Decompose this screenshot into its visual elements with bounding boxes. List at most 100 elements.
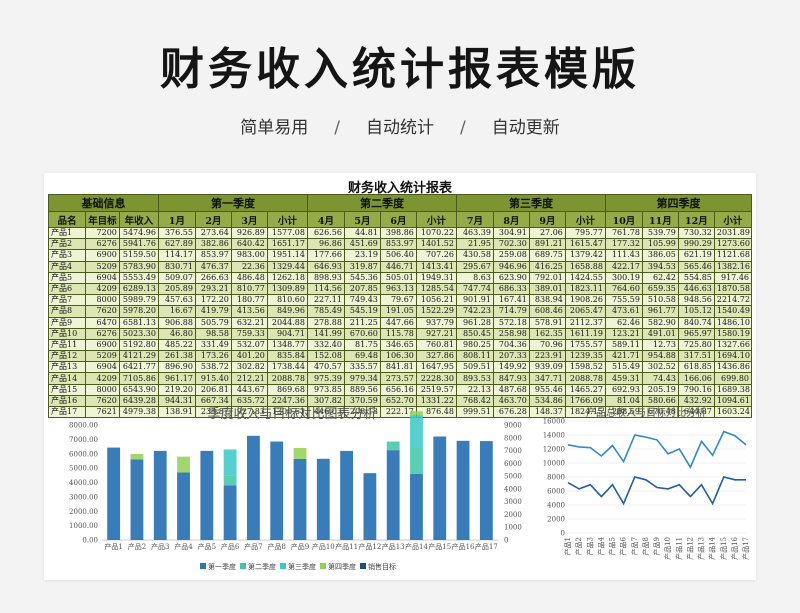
y2-tick-label: 9000 [504, 422, 522, 430]
table-cell: 1273.60 [713, 238, 753, 251]
table-cell: 963.13 [379, 282, 417, 296]
table-cell: 389.01 [528, 282, 566, 296]
table-cell: 21.95 [455, 238, 494, 251]
table-cell: 62.46 [604, 316, 643, 329]
table-cell: 1651.17 [266, 238, 308, 251]
table-cell: 965.97 [677, 327, 715, 340]
table-cell: 810.77 [230, 282, 268, 296]
table-cell: 973.85 [306, 383, 345, 396]
product-name-cell: 产品3 [48, 249, 86, 262]
table-cell: 162.35 [528, 327, 566, 340]
table-cell: 6289.13 [118, 282, 159, 296]
table-cell: 961.17 [157, 372, 196, 385]
table-cell: 1694.10 [713, 350, 753, 363]
table-cell: 572.18 [492, 316, 530, 329]
x-tick-label: 产品10 [663, 537, 672, 560]
table-cell: 1738.44 [266, 361, 308, 374]
y-tick-label: 2000 [547, 516, 565, 524]
column-header: 9月 [528, 211, 566, 228]
product-name-cell: 产品9 [48, 316, 86, 329]
bar-segment [223, 475, 237, 486]
table-cell: 5192.80 [118, 338, 159, 352]
table-cell: 5209 [84, 350, 120, 363]
y2-tick-label: 1000 [504, 524, 522, 532]
product-name-cell: 产品14 [48, 372, 86, 385]
table-cell: 476.37 [194, 260, 232, 273]
legend-swatch [240, 563, 246, 569]
table-cell: 12.73 [641, 338, 679, 352]
table-cell: 1598.52 [564, 361, 606, 374]
x-tick-label: 产品8 [267, 542, 285, 551]
y-tick-label: 0 [561, 530, 565, 538]
table-cell: 608.46 [528, 305, 566, 318]
table-cell: 491.01 [641, 327, 679, 340]
table-cell: 2088.78 [564, 372, 606, 385]
bar-chart-title: 季度收入与目标对比图表分析 [207, 406, 376, 422]
table-cell: 2112.37 [564, 316, 606, 329]
table-cell: 4209 [84, 282, 120, 296]
table-cell: 152.08 [306, 350, 345, 363]
y-tick-label: 5000.00 [69, 465, 98, 473]
table-cell: 1239.35 [564, 350, 606, 363]
table-cell: 180.77 [230, 294, 268, 307]
table-cell: 917.46 [713, 271, 753, 284]
table-cell: 1379.42 [564, 249, 606, 262]
table-cell: 106.30 [379, 350, 417, 363]
table-cell: 840.74 [677, 316, 715, 329]
table-cell: 1823.11 [564, 282, 606, 296]
table-cell: 1949.31 [415, 271, 457, 284]
x-tick-label: 产品14 [708, 536, 717, 559]
table-cell: 1309.89 [266, 282, 308, 296]
y-tick-label: 2000.00 [69, 508, 98, 516]
table-row: 产品10 6276 5023.30 46.80 98.58 759.33 904.71 141… [48, 327, 753, 340]
table-cell: 4121.29 [118, 350, 159, 363]
table-cell: 6276 [84, 238, 120, 251]
table-cell: 27.06 [528, 226, 566, 240]
bar-segment [293, 458, 307, 540]
table-cell: 656.16 [379, 383, 417, 396]
table-cell: 1401.52 [415, 238, 457, 251]
table-cell: 515.49 [604, 361, 643, 374]
table-cell: 954.88 [641, 350, 679, 363]
y2-tick-label: 6000 [504, 460, 522, 468]
table-cell: 1615.47 [564, 238, 606, 251]
table-cell: 123.21 [604, 327, 643, 340]
table-cell: 446.71 [379, 260, 417, 273]
y-tick-label: 4000 [547, 502, 565, 510]
table-cell: 1285.54 [415, 282, 457, 296]
table-cell: 889.56 [343, 383, 381, 396]
table-cell: 1951.14 [266, 249, 308, 262]
table-cell: 69.48 [343, 350, 381, 363]
x-tick-label: 产品17 [741, 537, 750, 560]
bar-segment [410, 473, 423, 540]
bar-segment [223, 485, 237, 540]
table-cell: 841.81 [379, 361, 417, 374]
table-cell: 1540.49 [713, 305, 753, 318]
table-cell: 2214.72 [713, 294, 753, 307]
y-tick-label: 0.00 [82, 537, 98, 545]
column-header: 3月 [230, 211, 268, 228]
table-cell: 487.68 [492, 383, 530, 396]
legend-label: 第四季度 [328, 562, 356, 571]
table-cell: 81.75 [343, 338, 381, 352]
product-name-cell: 产品12 [48, 350, 86, 363]
product-name-cell: 产品15 [48, 383, 86, 396]
x-tick-label: 产品1 [563, 537, 572, 555]
table-cell: 790.16 [677, 383, 715, 396]
table-cell: 699.80 [713, 372, 753, 385]
table-cell: 207.85 [343, 282, 381, 296]
column-header-row: 品名 年目标 年收入 1月 2月 3月 小计 4月 5月 6月 小计 7月 8月 9月 小计 10月 11月 12… [48, 211, 753, 228]
table-row: 产品11 6900 5192.80 485.22 331.49 532.07 1348.77… [48, 338, 753, 352]
table-cell: 177.66 [306, 249, 345, 262]
table-cell: 835.84 [266, 350, 308, 363]
x-tick-label: 产品7 [244, 542, 262, 551]
y-tick-label: 4000.00 [69, 479, 98, 487]
product-name-cell: 产品11 [48, 338, 86, 352]
table-cell: 273.64 [194, 226, 232, 240]
table-cell: 7620 [84, 305, 120, 318]
y2-tick-label: 4000 [504, 485, 522, 493]
table-cell: 212.21 [230, 372, 268, 385]
table-cell: 430.58 [455, 249, 494, 262]
table-cell: 422.17 [604, 260, 643, 273]
table-cell: 1465.27 [564, 383, 606, 396]
